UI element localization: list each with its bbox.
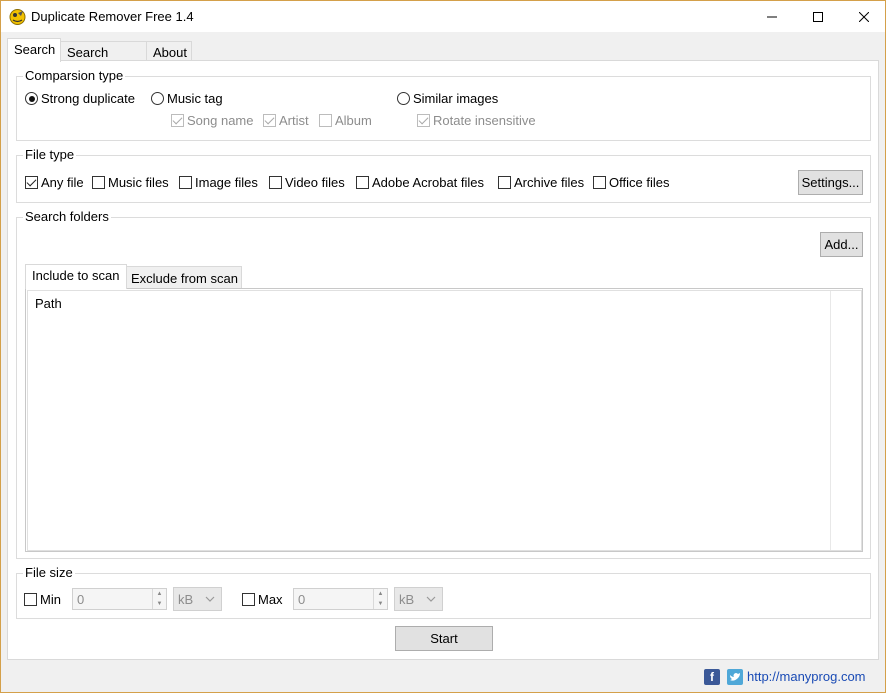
rotate-insensitive-checkbox[interactable]: Rotate insensitive (417, 113, 536, 128)
comparison-type-legend: Comparsion type (23, 68, 126, 83)
folder-list[interactable]: Path (27, 290, 862, 551)
music-tag-label: Music tag (167, 91, 223, 106)
minimize-icon (767, 16, 777, 17)
website-link[interactable]: http://manyprog.com (747, 669, 866, 684)
bird-icon (730, 673, 740, 681)
checkbox-icon (263, 114, 276, 127)
radio-icon (25, 92, 38, 105)
strong-duplicate-label: Strong duplicate (41, 91, 135, 106)
tab-exclude-from-scan[interactable]: Exclude from scan (126, 266, 242, 288)
max-size-label: Max (258, 592, 283, 607)
music-tag-radio[interactable]: Music tag (151, 91, 223, 106)
close-icon (859, 11, 869, 22)
music-files-checkbox[interactable]: Music files (92, 175, 169, 190)
song-name-label: Song name (187, 113, 254, 128)
spin-up-icon: ▲ (156, 591, 163, 597)
image-files-label: Image files (195, 175, 258, 190)
checkbox-icon (319, 114, 332, 127)
adobe-acrobat-files-checkbox[interactable]: Adobe Acrobat files (356, 175, 484, 190)
any-file-label: Any file (41, 175, 84, 190)
file-size-legend: File size (23, 565, 75, 580)
chevron-down-icon (426, 596, 436, 602)
checkbox-icon (179, 176, 192, 189)
archive-files-checkbox[interactable]: Archive files (498, 175, 584, 190)
tab-search[interactable]: Search (7, 38, 61, 62)
path-column-header[interactable]: Path (35, 296, 62, 311)
min-size-input[interactable]: 0 ▲ ▼ (72, 588, 167, 610)
chevron-down-icon (205, 596, 215, 602)
max-size-unit: kB (399, 591, 415, 607)
artist-label: Artist (279, 113, 309, 128)
checkbox-icon (593, 176, 606, 189)
office-files-checkbox[interactable]: Office files (593, 175, 669, 190)
min-size-label: Min (40, 592, 61, 607)
twitter-icon[interactable] (727, 669, 743, 685)
checkbox-icon (171, 114, 184, 127)
album-checkbox[interactable]: Album (319, 113, 372, 128)
min-size-unit-select[interactable]: kB (173, 587, 222, 611)
min-size-spinner[interactable]: ▲ ▼ (152, 589, 166, 609)
checkbox-icon (92, 176, 105, 189)
checkbox-icon (24, 593, 37, 606)
min-size-unit: kB (178, 591, 194, 607)
spin-down-icon: ▼ (156, 601, 163, 607)
checkbox-icon (498, 176, 511, 189)
radio-icon (397, 92, 410, 105)
video-files-checkbox[interactable]: Video files (269, 175, 345, 190)
artist-checkbox[interactable]: Artist (263, 113, 309, 128)
album-label: Album (335, 113, 372, 128)
checkbox-icon (242, 593, 255, 606)
include-folders-panel: Path (25, 288, 863, 552)
music-files-label: Music files (108, 175, 169, 190)
adobe-acrobat-files-label: Adobe Acrobat files (372, 175, 485, 190)
max-size-checkbox[interactable]: Max (242, 592, 283, 607)
min-size-checkbox[interactable]: Min (24, 592, 61, 607)
radio-icon (151, 92, 164, 105)
title-bar: Duplicate Remover Free 1.4 (1, 1, 885, 32)
app-window: Duplicate Remover Free 1.4 Search Search… (0, 0, 886, 693)
maximize-button[interactable] (795, 1, 841, 32)
comparison-type-group: Comparsion type (16, 68, 871, 141)
office-files-label: Office files (609, 175, 670, 190)
facebook-icon[interactable]: f (704, 669, 720, 685)
max-size-spinner[interactable]: ▲ ▼ (373, 589, 387, 609)
minimize-button[interactable] (749, 1, 795, 32)
start-button[interactable]: Start (395, 626, 493, 651)
max-size-unit-select[interactable]: kB (394, 587, 443, 611)
archive-files-label: Archive files (514, 175, 585, 190)
tab-about[interactable]: About (146, 41, 192, 61)
any-file-checkbox[interactable]: Any file (25, 175, 84, 190)
rotate-insensitive-label: Rotate insensitive (433, 113, 536, 128)
list-column-divider (830, 291, 831, 550)
song-name-checkbox[interactable]: Song name (171, 113, 254, 128)
checkbox-icon (269, 176, 282, 189)
min-size-value: 0 (77, 591, 85, 607)
similar-images-radio[interactable]: Similar images (397, 91, 498, 106)
checkbox-icon (356, 176, 369, 189)
window-title: Duplicate Remover Free 1.4 (31, 9, 194, 24)
checkbox-icon (25, 176, 38, 189)
max-size-value: 0 (298, 591, 306, 607)
spin-up-icon: ▲ (377, 591, 384, 597)
checkbox-icon (417, 114, 430, 127)
image-files-checkbox[interactable]: Image files (179, 175, 258, 190)
strong-duplicate-radio[interactable]: Strong duplicate (25, 91, 135, 106)
video-files-label: Video files (285, 175, 345, 190)
tab-include-to-scan[interactable]: Include to scan (25, 264, 127, 289)
app-logo-icon (9, 9, 26, 25)
max-size-input[interactable]: 0 ▲ ▼ (293, 588, 388, 610)
spin-down-icon: ▼ (377, 601, 384, 607)
settings-button[interactable]: Settings... (798, 170, 863, 195)
similar-images-label: Similar images (413, 91, 499, 106)
file-type-legend: File type (23, 147, 77, 162)
add-folder-button[interactable]: Add... (820, 232, 863, 257)
search-folders-legend: Search folders (23, 209, 111, 224)
maximize-icon (813, 11, 823, 22)
close-button[interactable] (841, 1, 886, 32)
tab-search-result[interactable]: Search result (60, 41, 147, 75)
